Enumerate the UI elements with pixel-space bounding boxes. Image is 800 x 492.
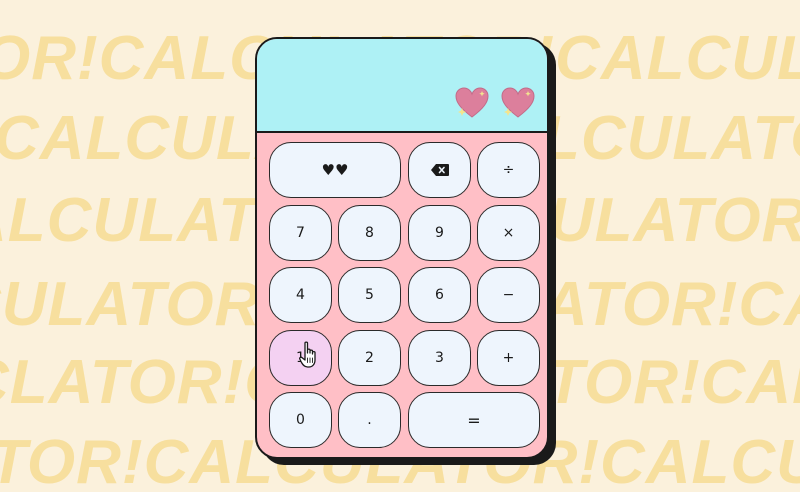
digit-3-button[interactable]: 3 [408,330,471,386]
decimal-button[interactable]: . [338,392,401,448]
divide-button[interactable]: ÷ [477,142,540,198]
plus-button[interactable]: + [477,330,540,386]
clear-button[interactable]: ♥♥ [269,142,401,198]
calculator: ♥♥ ÷ 7 8 9 × 4 5 6 − 1 2 3 + 0 . = [255,37,549,459]
digit-4-button[interactable]: 4 [269,267,332,323]
hand-pointer-icon [299,341,316,368]
backspace-icon [430,164,449,176]
sparkle-heart-icon [455,87,489,118]
display-value [455,85,535,121]
digit-2-button[interactable]: 2 [338,330,401,386]
digit-9-button[interactable]: 9 [408,205,471,261]
minus-button[interactable]: − [477,267,540,323]
digit-8-button[interactable]: 8 [338,205,401,261]
digit-0-button[interactable]: 0 [269,392,332,448]
equals-button[interactable]: = [408,392,540,448]
backspace-button[interactable] [408,142,471,198]
digit-7-button[interactable]: 7 [269,205,332,261]
calculator-display [257,39,547,133]
sparkle-heart-icon [501,87,535,118]
multiply-button[interactable]: × [477,205,540,261]
digit-6-button[interactable]: 6 [408,267,471,323]
digit-5-button[interactable]: 5 [338,267,401,323]
